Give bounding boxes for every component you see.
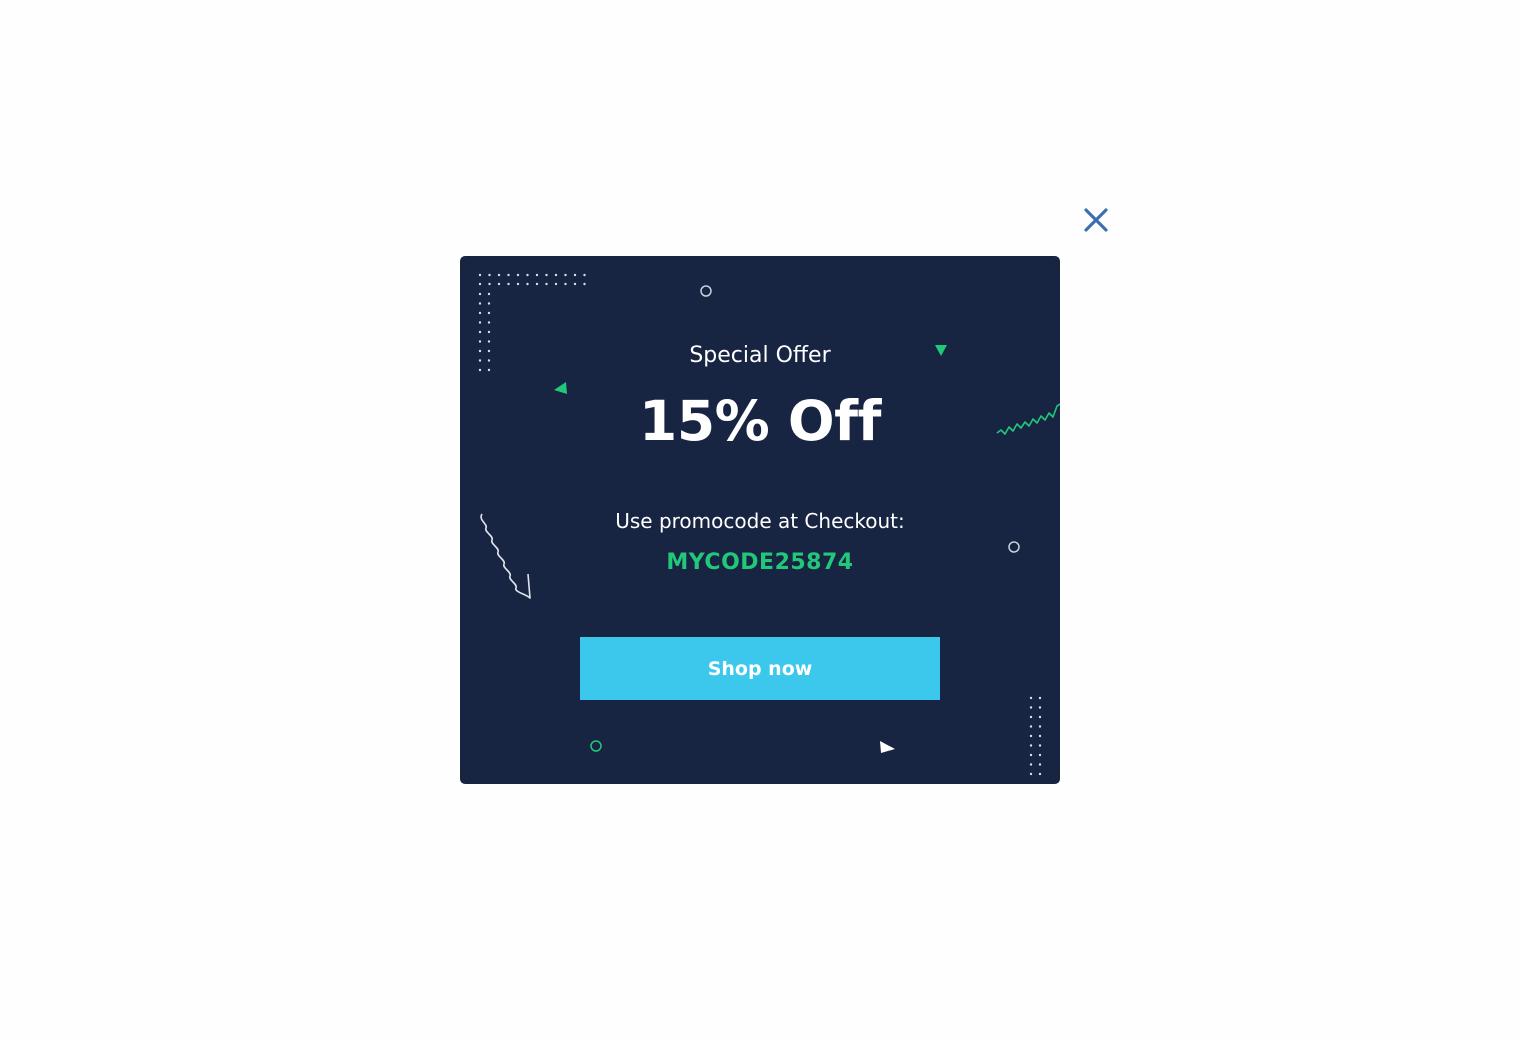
shop-now-button[interactable]: Shop now [580,637,940,700]
decor-dot [487,311,491,315]
decor-dot [478,330,482,334]
decor-dot [497,282,501,286]
close-icon [1084,208,1108,232]
decor-dot [507,282,510,286]
decor-dot [583,282,586,286]
decor-dot [554,282,558,286]
promo-popup: Special Offer 15% Off Use promocode at C… [460,256,1060,784]
decor-dot [478,292,482,296]
discount-headline: 15% Off [639,389,881,453]
promo-instruction: Use promocode at Checkout: [615,509,905,533]
decor-dot [535,282,539,286]
decor-dot [1029,725,1033,728]
decor-dot [564,273,567,277]
triangle-bottom [880,741,895,753]
decor-dot [573,273,577,277]
decor-dot [1029,696,1033,700]
dot-grid-bottom-right [1029,696,1042,776]
decor-dot [478,282,482,286]
ring-bottom [590,740,602,752]
decor-dot [564,282,567,286]
decor-dot [478,273,482,277]
decor-dot [487,302,491,305]
decor-dot [478,302,482,305]
decor-dot [487,330,491,334]
decor-dot [478,321,482,324]
decor-dot [516,282,520,286]
decor-dot [526,273,529,277]
decor-dot [1029,753,1033,757]
decor-dot [478,311,482,315]
promo-code[interactable]: MYCODE25874 [460,547,1060,579]
decor-dot [1038,753,1042,757]
decor-dot [488,273,491,277]
decor-dot [1029,734,1033,738]
decor-dot [1038,734,1042,738]
decor-dot [554,273,558,277]
decor-dot [1029,772,1033,776]
decor-dot [1029,715,1033,719]
decor-dot [545,282,548,286]
decor-dot [535,273,539,277]
decor-dot [1038,772,1042,776]
decor-dot [1038,715,1042,719]
decor-dot [488,282,491,286]
decor-dot [1038,744,1042,747]
decor-dot [573,282,577,286]
decor-dot [1038,706,1042,709]
decor-dot [507,273,510,277]
decor-dot [487,321,491,324]
decor-dot [1038,696,1042,700]
decor-dot [1029,763,1033,766]
decor-dot [1029,706,1033,709]
ring-top [700,285,712,297]
decor-dot [487,292,491,296]
decor-dot [1038,763,1042,766]
offer-eyebrow: Special Offer [689,343,831,368]
decor-dot [583,273,586,277]
decor-dot [497,273,501,277]
decor-dot [1038,725,1042,728]
decor-dot [526,282,529,286]
decor-dot [545,273,548,277]
decor-dot [516,273,520,277]
decor-dot [1029,744,1033,747]
close-button[interactable] [1080,204,1112,236]
